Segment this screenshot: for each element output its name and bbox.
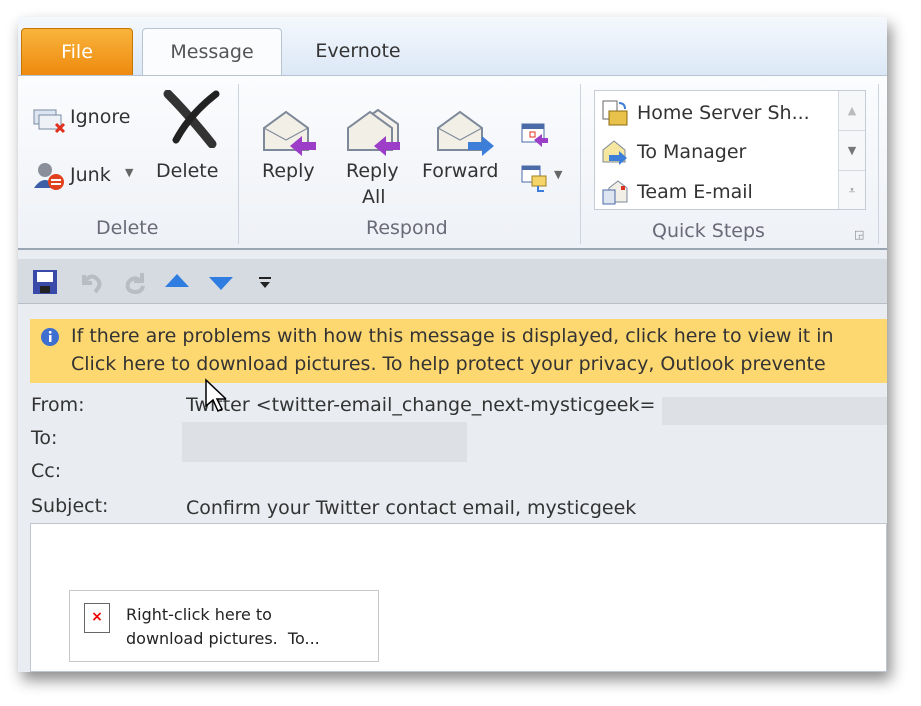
junk-icon <box>34 163 64 190</box>
dialog-launcher-icon[interactable]: ◲ <box>854 228 864 241</box>
redacted-email <box>662 397 887 425</box>
next-item-icon[interactable] <box>208 273 234 291</box>
redacted-recipient <box>182 422 467 462</box>
infobar-download-pictures-text[interactable]: Click here to download pictures. To help… <box>71 353 826 375</box>
quick-steps-gallery: Home Server Sh... To Manager Team E-mail… <box>594 90 866 210</box>
reply-icon <box>263 110 316 156</box>
delete-label: Delete <box>156 160 219 182</box>
info-icon <box>41 328 59 346</box>
folder-move-icon <box>602 100 628 126</box>
team-mail-icon <box>602 180 628 205</box>
forward-icon <box>437 110 494 156</box>
reply-label: Reply <box>262 160 315 182</box>
mouse-cursor-icon <box>205 378 226 413</box>
ribbon: Ignore Junk ▼ Delete Delete Reply Reply … <box>18 75 887 250</box>
from-label: From: <box>31 394 85 416</box>
message-body: × Right-click here to download pictures.… <box>30 523 887 672</box>
quick-step-home-server[interactable]: Home Server Sh... <box>601 99 810 127</box>
im-reply-icon <box>521 165 547 192</box>
infobar[interactable]: If there are problems with how this mess… <box>30 319 887 383</box>
subject-value: Confirm your Twitter contact email, myst… <box>186 497 637 519</box>
quick-step-label: To Manager <box>637 141 747 163</box>
reply-all-label-2: All <box>362 186 386 208</box>
cc-label: Cc: <box>31 460 62 482</box>
quick-steps-group-label: Quick Steps <box>652 220 765 242</box>
tab-file[interactable]: File <box>21 28 133 76</box>
previous-item-icon[interactable] <box>164 273 190 291</box>
tab-bar: File Message Evernote <box>18 17 887 76</box>
broken-image-icon: × <box>84 603 110 633</box>
respond-group-label: Respond <box>366 217 448 239</box>
placeholder-text-2: download pictures. To... <box>126 629 320 648</box>
chevron-down-icon: ▼ <box>554 168 563 181</box>
forward-mail-icon <box>602 140 627 165</box>
customize-toolbar-icon[interactable] <box>258 276 272 290</box>
chevron-down-icon: ▼ <box>125 166 134 179</box>
tab-message[interactable]: Message <box>142 28 282 75</box>
gallery-scrollbar[interactable]: ▲ ▼ ⩡ <box>838 91 865 209</box>
quick-access-toolbar <box>18 259 887 304</box>
subject-label: Subject: <box>31 495 109 517</box>
reply-all-label-1: Reply <box>346 160 399 182</box>
to-label: To: <box>31 427 58 449</box>
scroll-down-icon[interactable]: ▼ <box>839 131 865 171</box>
placeholder-text-1: Right-click here to <box>126 605 272 624</box>
infobar-display-text[interactable]: If there are problems with how this mess… <box>71 325 834 347</box>
ignore-icon <box>33 109 66 134</box>
undo-icon[interactable] <box>78 269 104 295</box>
save-icon[interactable] <box>32 269 58 295</box>
junk-label: Junk <box>70 164 111 186</box>
quick-step-label: Team E-mail <box>637 181 753 203</box>
group-divider <box>878 84 879 244</box>
forward-label: Forward <box>422 160 499 182</box>
quick-step-label: Home Server Sh... <box>637 102 810 124</box>
scroll-up-icon[interactable]: ▲ <box>839 91 865 131</box>
delete-group-label: Delete <box>96 217 159 239</box>
redo-icon[interactable] <box>122 269 148 295</box>
delete-x-icon <box>163 90 220 148</box>
outlook-message-window: File Message Evernote Ignore Junk ▼ Dele… <box>18 17 887 672</box>
reply-all-icon <box>347 108 400 156</box>
quick-step-to-manager[interactable]: To Manager <box>601 138 746 166</box>
gallery-expand-icon[interactable]: ⩡ <box>839 171 865 210</box>
tab-evernote[interactable]: Evernote <box>298 28 418 74</box>
group-divider <box>580 84 581 244</box>
quick-step-team-email[interactable]: Team E-mail <box>601 178 753 206</box>
group-divider <box>238 84 239 244</box>
ignore-label: Ignore <box>70 106 131 128</box>
from-value[interactable]: Twitter <twitter-email_change_next-mysti… <box>186 394 655 416</box>
blocked-image-placeholder[interactable]: × Right-click here to download pictures.… <box>69 590 379 662</box>
meeting-reply-icon[interactable] <box>520 120 550 148</box>
